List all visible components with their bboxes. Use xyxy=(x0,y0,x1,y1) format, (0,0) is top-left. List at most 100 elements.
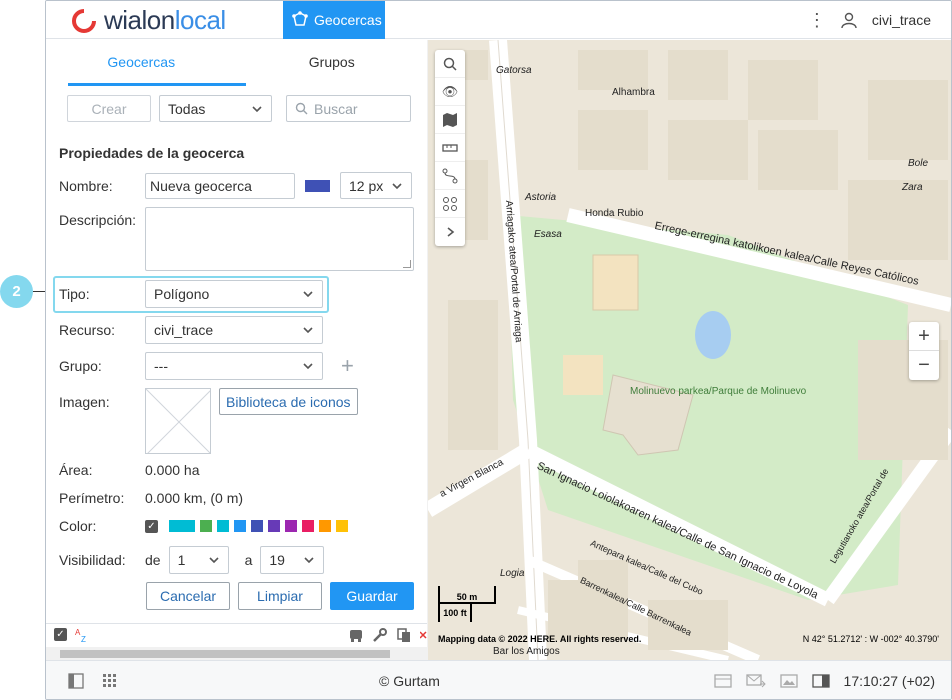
sort-az-icon[interactable]: AZ xyxy=(75,627,91,643)
ruler-icon[interactable] xyxy=(435,134,465,162)
zoom-in-button[interactable]: + xyxy=(909,322,939,351)
apps-grid-icon[interactable] xyxy=(102,673,118,689)
save-button[interactable]: Guardar xyxy=(330,582,414,610)
active-tab-indicator xyxy=(68,83,246,86)
search-input[interactable]: Buscar xyxy=(286,95,411,122)
name-value: Nueva geocerca xyxy=(150,177,252,194)
line-width-select[interactable]: 12 px xyxy=(340,172,412,199)
eye-icon[interactable]: 👁 xyxy=(435,78,465,106)
color-swatch[interactable] xyxy=(268,520,280,532)
copyright-text: © Gurtam xyxy=(379,672,440,689)
nav-tab-geofences[interactable]: Geocercas xyxy=(283,1,385,39)
geofence-icon xyxy=(292,11,308,26)
poi-esasa: Esasa xyxy=(534,229,562,240)
scale-metric: 50 m xyxy=(438,586,496,604)
chevron-down-icon xyxy=(209,557,219,564)
map-scale: 50 m 100 ft xyxy=(438,586,496,622)
more-menu-icon[interactable]: ⋮ xyxy=(808,11,826,29)
chevron-down-icon xyxy=(304,557,314,564)
color-swatch[interactable] xyxy=(169,520,195,532)
type-row: Tipo: Polígono xyxy=(59,280,323,308)
add-group-icon[interactable]: + xyxy=(341,353,354,379)
copy-icon[interactable] xyxy=(396,627,412,643)
visibility-from-value: 1 xyxy=(177,552,186,568)
description-field[interactable] xyxy=(145,207,414,271)
color-swatch[interactable] xyxy=(234,520,246,532)
resource-select[interactable]: civi_trace xyxy=(145,316,323,344)
chevron-down-icon xyxy=(303,363,313,370)
type-label: Tipo: xyxy=(59,286,90,302)
messages-icon[interactable] xyxy=(745,673,766,688)
form-actions: Cancelar Limpiar Guardar xyxy=(146,582,414,610)
logo-text: wialonlocal xyxy=(104,4,226,35)
map-search-icon[interactable] xyxy=(435,50,465,78)
visibility-to-select[interactable]: 19 xyxy=(260,546,325,574)
poi-zara: Zara xyxy=(902,182,923,193)
perimeter-row: Perímetro: 0.000 km, (0 m) xyxy=(59,490,243,506)
zoom-out-button[interactable]: − xyxy=(909,351,939,380)
nav-tab-label: Geocercas xyxy=(314,12,382,28)
map-view[interactable]: Gatorsa Alhambra Astoria Honda Rubio Esa… xyxy=(428,40,951,660)
color-swatch[interactable] xyxy=(285,520,297,532)
cursor-coordinates: N 42° 51.2712' : W -002° 40.3790' xyxy=(802,634,939,644)
app-window: wialonlocal Geocercas ⋮ civi_trace Geoce… xyxy=(45,0,952,700)
map-layers-icon[interactable] xyxy=(435,106,465,134)
empty-image-icon xyxy=(146,389,210,453)
group-label: Grupo: xyxy=(59,358,102,374)
color-swatch[interactable] xyxy=(336,520,348,532)
route-icon[interactable] xyxy=(435,162,465,190)
poi-bole: Bole xyxy=(908,158,929,169)
poi-honda: Honda Rubio xyxy=(585,208,644,219)
wialon-logo[interactable]: wialonlocal xyxy=(70,5,226,35)
color-checkbox[interactable]: ✓ xyxy=(145,519,158,533)
group-row: Grupo: --- + xyxy=(59,352,354,380)
color-swatch[interactable] xyxy=(217,520,229,532)
panel-toggle-icon[interactable] xyxy=(68,672,84,689)
horizontal-scrollbar[interactable] xyxy=(46,647,428,661)
poi-astoria: Astoria xyxy=(525,192,557,203)
image-placeholder[interactable] xyxy=(145,388,211,454)
wrench-icon[interactable] xyxy=(372,627,388,643)
poi-logia: Logia xyxy=(500,568,525,579)
user-name[interactable]: civi_trace xyxy=(872,12,931,28)
resource-value: civi_trace xyxy=(154,322,214,338)
image-label: Imagen: xyxy=(59,394,110,410)
unit-status-icon[interactable] xyxy=(713,673,732,688)
logo-icon xyxy=(72,8,97,33)
user-icon[interactable] xyxy=(840,11,858,29)
filter-select[interactable]: Todas xyxy=(159,95,272,122)
server-time: 17:10:27 (+02) xyxy=(843,672,935,689)
color-swatch[interactable] xyxy=(302,520,314,532)
visibility-label: Visibilidad: xyxy=(59,552,126,568)
icon-library-button[interactable]: Biblioteca de iconos xyxy=(219,388,358,415)
cancel-button[interactable]: Cancelar xyxy=(146,582,230,610)
create-button[interactable]: Crear xyxy=(67,95,151,122)
color-swatch[interactable] xyxy=(251,520,263,532)
name-row: Nombre: Nueva geocerca 12 px xyxy=(59,172,412,199)
layout-icon[interactable] xyxy=(811,673,830,688)
visibility-to-label: a xyxy=(244,552,253,568)
tab-geofences[interactable]: Geocercas xyxy=(46,40,237,86)
image-icon[interactable] xyxy=(779,673,798,688)
select-all-checkbox[interactable]: ✓ xyxy=(54,628,67,641)
search-placeholder: Buscar xyxy=(314,100,358,117)
top-header: wialonlocal Geocercas ⋮ civi_trace xyxy=(46,1,951,39)
vehicle-icon[interactable] xyxy=(348,627,364,643)
step-callout-badge: 2 xyxy=(0,275,33,308)
group-select[interactable]: --- xyxy=(145,352,323,380)
tab-groups[interactable]: Grupos xyxy=(237,40,428,86)
nearby-units-icon[interactable] xyxy=(435,190,465,218)
section-title: Propiedades de la geocerca xyxy=(59,145,245,161)
area-row: Área: 0.000 ha xyxy=(59,462,200,478)
visibility-from-select[interactable]: 1 xyxy=(168,546,229,574)
type-select[interactable]: Polígono xyxy=(145,280,323,308)
fill-color-swatch[interactable] xyxy=(305,179,330,192)
expand-tools-icon[interactable] xyxy=(435,218,465,246)
name-field[interactable]: Nueva geocerca xyxy=(145,172,295,199)
color-swatch[interactable] xyxy=(200,520,212,532)
color-swatch[interactable] xyxy=(319,520,331,532)
resize-handle[interactable] xyxy=(403,260,411,268)
clear-button[interactable]: Limpiar xyxy=(238,582,322,610)
zoom-controls: + − xyxy=(909,322,939,380)
image-row: Imagen: Biblioteca de iconos xyxy=(59,388,358,454)
